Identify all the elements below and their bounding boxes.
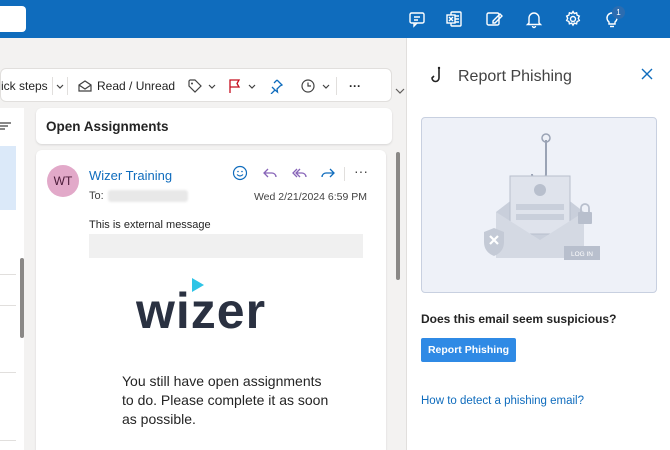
list-scrollbar[interactable]: [20, 258, 24, 338]
ribbon-divider: [67, 77, 68, 95]
filter-icon[interactable]: [0, 120, 12, 132]
teams-chat-icon[interactable]: [407, 9, 427, 29]
chevron-down-icon: [248, 84, 256, 89]
read-unread-button[interactable]: Read / Unread: [77, 69, 175, 103]
report-phishing-panel: Report Phishing LOG IN Does this email s…: [406, 38, 670, 450]
command-ribbon: ick steps Read / Unread ···: [0, 68, 392, 102]
excel-icon[interactable]: [444, 9, 464, 29]
list-divider: [0, 305, 16, 306]
list-divider: [0, 440, 16, 441]
flag-button[interactable]: [228, 69, 256, 103]
more-actions-button[interactable]: ···: [349, 69, 361, 103]
action-divider: [344, 167, 345, 181]
snooze-button[interactable]: [300, 69, 330, 103]
message-more-button[interactable]: ···: [354, 163, 368, 179]
bell-icon[interactable]: [524, 9, 544, 29]
reply-all-button[interactable]: [292, 165, 308, 181]
more-label: ···: [349, 79, 361, 93]
pin-icon: [270, 79, 284, 94]
emoji-react-button[interactable]: [232, 165, 248, 181]
feedback-icon[interactable]: [484, 9, 504, 29]
external-banner: [89, 234, 363, 258]
reading-scrollbar[interactable]: [396, 152, 400, 280]
tag-icon: [188, 79, 202, 93]
chevron-down-icon: [208, 84, 216, 89]
clock-icon: [301, 79, 315, 93]
subject-header: Open Assignments: [36, 108, 392, 144]
chevron-down-icon: [322, 84, 330, 89]
list-item-selected[interactable]: [0, 146, 16, 210]
ribbon-divider: [336, 77, 337, 95]
suspicious-question: Does this email seem suspicious?: [421, 312, 617, 326]
phishing-illustration: LOG IN: [421, 117, 657, 293]
recipient-redacted: [108, 190, 188, 202]
detect-phishing-link[interactable]: How to detect a phishing email?: [421, 395, 584, 407]
reply-icon: [263, 168, 277, 178]
quick-steps-dropdown[interactable]: [53, 69, 67, 103]
avatar[interactable]: WT: [47, 165, 79, 197]
read-unread-label: Read / Unread: [97, 79, 176, 93]
ribbon-expand-icon[interactable]: [395, 86, 405, 97]
smiley-icon: [232, 165, 248, 181]
illustration-login-label: LOG IN: [571, 251, 593, 258]
flag-icon: [229, 79, 241, 93]
notification-badge: 1: [612, 6, 625, 19]
reply-button[interactable]: [262, 165, 278, 181]
reply-all-icon: [292, 168, 307, 178]
quick-steps-button[interactable]: ick steps: [1, 69, 48, 103]
message-body: You still have open assignments to do. P…: [122, 373, 329, 427]
reading-pane: WT Wizer Training To: Wed 2/21/2024 6:59…: [36, 150, 386, 450]
search-input[interactable]: [0, 6, 26, 32]
app-header: 1: [0, 0, 670, 38]
list-divider: [0, 274, 16, 275]
svg-text:wizer: wizer: [136, 283, 266, 336]
report-phishing-button[interactable]: Report Phishing: [421, 338, 516, 362]
gear-icon[interactable]: [563, 9, 583, 29]
message-subject: Open Assignments: [46, 119, 169, 134]
fishhook-icon: [431, 66, 441, 83]
envelope-open-icon: [78, 80, 92, 92]
forward-icon: [321, 168, 335, 178]
close-icon[interactable]: [639, 66, 655, 82]
sender-name[interactable]: Wizer Training: [89, 168, 172, 183]
message-date: Wed 2/21/2024 6:59 PM: [253, 191, 367, 203]
categorize-button[interactable]: [187, 69, 216, 103]
chevron-down-icon: [56, 84, 64, 89]
pin-button[interactable]: [268, 69, 284, 103]
wizer-logo: wizer: [135, 276, 316, 341]
list-divider: [0, 372, 16, 373]
forward-button[interactable]: [320, 165, 336, 181]
external-notice: This is external message: [89, 219, 211, 231]
panel-title: Report Phishing: [458, 68, 572, 85]
to-label: To:: [89, 190, 104, 202]
quick-steps-label: ick steps: [1, 79, 48, 93]
